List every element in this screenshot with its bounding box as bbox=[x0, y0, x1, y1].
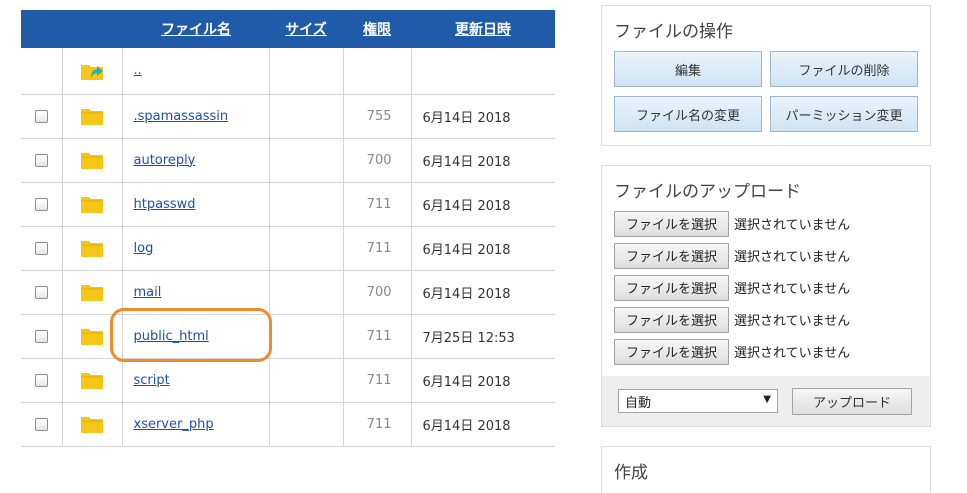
table-row: log 711 6月14日 2018 bbox=[21, 226, 555, 271]
file-operations-panel: ファイルの操作 編集 ファイルの削除 ファイル名の変更 パーミッション変更 bbox=[601, 5, 931, 146]
permission-value: 711 bbox=[342, 314, 411, 359]
upload-row: ファイルを選択 選択されていません bbox=[614, 242, 850, 269]
rename-button[interactable]: ファイル名の変更 bbox=[614, 96, 762, 132]
create-panel: 作成 bbox=[601, 446, 931, 493]
modified-date: 6月14日 2018 bbox=[410, 138, 555, 183]
parent-check-cell bbox=[21, 48, 62, 95]
permission-value: 711 bbox=[342, 226, 411, 271]
modified-date: 6月14日 2018 bbox=[410, 270, 555, 315]
table-row: htpasswd 711 6月14日 2018 bbox=[21, 182, 555, 227]
header-size[interactable]: サイズ bbox=[269, 10, 343, 48]
row-checkbox[interactable] bbox=[34, 373, 48, 387]
parent-link[interactable]: .. bbox=[134, 63, 142, 78]
row-checkbox[interactable] bbox=[34, 109, 48, 123]
table-row: xserver_php 711 6月14日 2018 bbox=[21, 402, 555, 447]
dropdown-arrow-icon: ▼ bbox=[763, 394, 771, 405]
file-name-link[interactable]: mail bbox=[134, 285, 162, 300]
header-modified[interactable]: 更新日時 bbox=[411, 10, 555, 48]
folder-icon bbox=[81, 373, 103, 389]
upload-row: ファイルを選択 選択されていません bbox=[614, 274, 850, 301]
file-name-link[interactable]: public_html bbox=[134, 329, 209, 344]
operations-title: ファイルの操作 bbox=[614, 22, 733, 42]
upload-button[interactable]: アップロード bbox=[792, 388, 912, 415]
parent-size-cell bbox=[268, 48, 343, 95]
row-checkbox[interactable] bbox=[34, 241, 48, 255]
choose-file-button[interactable]: ファイルを選択 bbox=[614, 274, 729, 301]
modified-date: 6月14日 2018 bbox=[410, 402, 555, 447]
row-checkbox[interactable] bbox=[34, 197, 48, 211]
row-checkbox[interactable] bbox=[34, 285, 48, 299]
permission-value: 711 bbox=[342, 182, 411, 227]
permission-value: 711 bbox=[342, 358, 411, 403]
parent-row: .. bbox=[21, 48, 555, 95]
folder-icon bbox=[81, 241, 103, 257]
parent-perm-cell bbox=[342, 48, 411, 95]
permission-value: 700 bbox=[342, 270, 411, 315]
parent-name-cell: .. bbox=[121, 48, 269, 95]
parent-icon-cell[interactable] bbox=[61, 48, 122, 95]
no-file-selected-text: 選択されていません bbox=[734, 314, 851, 329]
upload-title: ファイルのアップロード bbox=[614, 182, 801, 202]
row-checkbox[interactable] bbox=[34, 417, 48, 431]
header-permission[interactable]: 権限 bbox=[343, 10, 411, 48]
header-name[interactable]: ファイル名 bbox=[122, 10, 269, 48]
folder-icon bbox=[81, 153, 103, 169]
no-file-selected-text: 選択されていません bbox=[734, 282, 851, 297]
table-header-row: ファイル名 サイズ 権限 更新日時 bbox=[21, 10, 555, 48]
choose-file-button[interactable]: ファイルを選択 bbox=[614, 242, 729, 269]
permission-value: 700 bbox=[342, 138, 411, 183]
header-select bbox=[21, 10, 62, 48]
folder-icon bbox=[81, 109, 103, 125]
choose-file-button[interactable]: ファイルを選択 bbox=[614, 338, 729, 365]
upload-row: ファイルを選択 選択されていません bbox=[614, 210, 850, 237]
delete-file-button[interactable]: ファイルの削除 bbox=[770, 51, 918, 87]
permission-change-button[interactable]: パーミッション変更 bbox=[770, 96, 918, 132]
modified-date: 6月14日 2018 bbox=[410, 358, 555, 403]
parent-date-cell bbox=[410, 48, 555, 95]
permission-value: 711 bbox=[342, 402, 411, 447]
table-row: mail 700 6月14日 2018 bbox=[21, 270, 555, 315]
folder-icon bbox=[81, 285, 103, 301]
modified-date: 6月14日 2018 bbox=[410, 226, 555, 271]
file-name-link[interactable]: htpasswd bbox=[134, 197, 196, 212]
choose-file-button[interactable]: ファイルを選択 bbox=[614, 210, 729, 237]
folder-icon bbox=[81, 329, 103, 345]
upload-footer: 自動 ▼ アップロード bbox=[602, 376, 930, 426]
file-name-link[interactable]: autoreply bbox=[134, 153, 196, 168]
file-name-link[interactable]: xserver_php bbox=[134, 417, 214, 432]
table-row: autoreply 700 6月14日 2018 bbox=[21, 138, 555, 183]
header-icon bbox=[62, 10, 122, 48]
row-checkbox[interactable] bbox=[34, 153, 48, 167]
file-table: ファイル名 サイズ 権限 更新日時 .. .spamassassin 755 6… bbox=[21, 10, 555, 447]
parent-folder-up-icon[interactable] bbox=[79, 60, 105, 82]
folder-icon bbox=[81, 197, 103, 213]
table-row: .spamassassin 755 6月14日 2018 bbox=[21, 94, 555, 139]
folder-icon bbox=[81, 417, 103, 433]
no-file-selected-text: 選択されていません bbox=[734, 218, 851, 233]
no-file-selected-text: 選択されていません bbox=[734, 250, 851, 265]
file-upload-panel: ファイルのアップロード ファイルを選択 選択されていません ファイルを選択 選択… bbox=[601, 165, 931, 427]
upload-row: ファイルを選択 選択されていません bbox=[614, 338, 850, 365]
edit-button[interactable]: 編集 bbox=[614, 51, 762, 87]
transfer-mode-select[interactable]: 自動 ▼ bbox=[618, 389, 778, 413]
create-title: 作成 bbox=[614, 463, 648, 483]
modified-date: 6月14日 2018 bbox=[410, 182, 555, 227]
file-name-link[interactable]: log bbox=[134, 241, 154, 256]
upload-row: ファイルを選択 選択されていません bbox=[614, 306, 850, 333]
modified-date: 6月14日 2018 bbox=[410, 94, 555, 139]
table-row-highlighted: public_html 711 7月25日 12:53 bbox=[21, 314, 555, 359]
no-file-selected-text: 選択されていません bbox=[734, 346, 851, 361]
row-checkbox[interactable] bbox=[34, 329, 48, 343]
transfer-mode-value: 自動 bbox=[625, 395, 652, 411]
upload-file-list: ファイルを選択 選択されていません ファイルを選択 選択されていません ファイル… bbox=[614, 210, 850, 370]
modified-date: 7月25日 12:53 bbox=[410, 314, 555, 359]
file-name-link[interactable]: .spamassassin bbox=[134, 109, 229, 124]
table-row: script 711 6月14日 2018 bbox=[21, 358, 555, 403]
choose-file-button[interactable]: ファイルを選択 bbox=[614, 306, 729, 333]
file-name-link[interactable]: script bbox=[134, 373, 170, 388]
permission-value: 755 bbox=[342, 94, 411, 139]
